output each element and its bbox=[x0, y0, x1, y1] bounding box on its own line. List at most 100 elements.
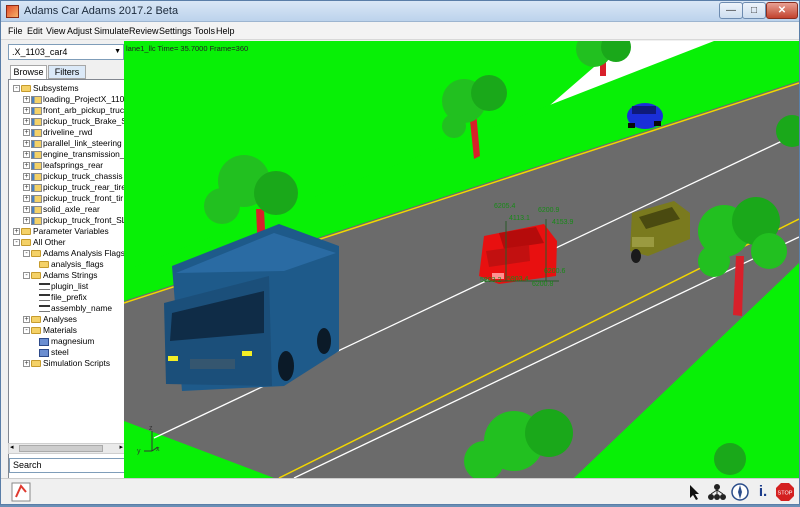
force-label-1: 6205.4 bbox=[494, 203, 516, 210]
folder-icon bbox=[31, 250, 41, 258]
menu-tools[interactable]: Tools bbox=[194, 26, 215, 36]
assembly-selector[interactable]: .X_1103_car4 ▼ bbox=[8, 44, 124, 60]
tree-item-label: analysis_flags bbox=[51, 259, 104, 269]
collapse-icon[interactable]: - bbox=[23, 327, 30, 335]
tab-browse[interactable]: Browse bbox=[10, 65, 47, 79]
menu-help[interactable]: Help bbox=[216, 26, 235, 36]
tree-item[interactable]: + parallel_link_steering bbox=[23, 138, 122, 149]
expand-icon[interactable]: + bbox=[23, 107, 30, 115]
tree-item[interactable]: magnesium bbox=[33, 336, 94, 347]
stop-label: STOP bbox=[778, 491, 793, 497]
tree-item[interactable]: + engine_transmission_ bbox=[23, 149, 124, 160]
menu-edit[interactable]: Edit bbox=[27, 26, 43, 36]
model-browser-panel: .X_1103_car4 ▼ Browse Filters - Subsystem… bbox=[5, 41, 125, 495]
tab-filters[interactable]: Filters bbox=[48, 65, 86, 79]
tree-item[interactable]: + solid_axle_rear bbox=[23, 204, 100, 215]
tree-item-label: pickup_truck_chassis bbox=[43, 171, 123, 181]
info-icon[interactable]: i. bbox=[753, 482, 773, 502]
expand-icon[interactable]: + bbox=[23, 316, 30, 324]
3d-viewport[interactable]: 6205.4 6200.9 4113.1 4153.9 6200.6 6200.… bbox=[124, 41, 799, 478]
tree-item-label: front_arb_pickup_truck bbox=[43, 105, 125, 115]
tree-item[interactable]: plugin_list bbox=[33, 281, 88, 292]
subsystem-icon bbox=[31, 128, 42, 137]
tree-item[interactable]: + Analyses bbox=[23, 314, 77, 325]
expand-icon[interactable]: + bbox=[23, 162, 30, 170]
expand-icon[interactable]: + bbox=[23, 195, 30, 203]
tree-item[interactable]: - Subsystems bbox=[13, 83, 79, 94]
menu-view[interactable]: View bbox=[46, 26, 65, 36]
expand-icon[interactable]: + bbox=[23, 140, 30, 148]
minimize-button[interactable]: — bbox=[719, 2, 743, 19]
expand-icon[interactable]: + bbox=[23, 96, 30, 104]
collapse-icon[interactable]: - bbox=[23, 250, 30, 258]
adams-app-icon bbox=[6, 5, 19, 18]
collapse-icon[interactable]: - bbox=[13, 85, 20, 93]
expand-icon[interactable]: + bbox=[23, 129, 30, 137]
title-bar[interactable]: Adams Car Adams 2017.2 Beta — □ ✕ bbox=[1, 1, 799, 22]
tree-item[interactable]: + pickup_truck_front_SL bbox=[23, 215, 124, 226]
tree-item[interactable]: - Adams Analysis Flags bbox=[23, 248, 124, 259]
menu-adjust[interactable]: Adjust bbox=[67, 26, 92, 36]
expand-icon[interactable]: + bbox=[23, 217, 30, 225]
expand-icon[interactable]: + bbox=[23, 173, 30, 181]
tree-item[interactable]: + pickup_truck_chassis bbox=[23, 171, 123, 182]
variable-icon bbox=[39, 294, 50, 302]
tree-item-label: file_prefix bbox=[51, 292, 87, 302]
folder-icon bbox=[39, 261, 49, 269]
tree-item[interactable]: + pickup_truck_rear_tire bbox=[23, 182, 125, 193]
tree-item[interactable]: + pickup_truck_front_tir bbox=[23, 193, 123, 204]
close-button[interactable]: ✕ bbox=[766, 2, 798, 19]
expand-icon[interactable]: + bbox=[13, 228, 20, 236]
tree-item[interactable]: + Simulation Scripts bbox=[23, 358, 110, 369]
compass-icon[interactable] bbox=[730, 482, 750, 502]
menu-bar: File Edit View Adjust Simulate Review Se… bbox=[1, 22, 799, 40]
tree-item-label: pickup_truck_rear_tire bbox=[43, 182, 125, 192]
model-tree-icon[interactable] bbox=[707, 482, 727, 502]
subsystem-icon bbox=[31, 117, 42, 126]
collapse-icon[interactable]: - bbox=[13, 239, 20, 247]
tree-item[interactable]: + driveline_rwd bbox=[23, 127, 92, 138]
expand-icon[interactable]: + bbox=[23, 206, 30, 214]
menu-file[interactable]: File bbox=[8, 26, 23, 36]
expand-icon[interactable]: + bbox=[23, 118, 30, 126]
chevron-down-icon[interactable]: ▼ bbox=[114, 45, 121, 59]
expand-icon[interactable]: + bbox=[23, 151, 30, 159]
tree-item[interactable]: analysis_flags bbox=[33, 259, 104, 270]
tree-item[interactable]: steel bbox=[33, 347, 69, 358]
menu-review[interactable]: Review bbox=[129, 26, 159, 36]
subsystem-icon bbox=[31, 150, 42, 159]
menu-settings[interactable]: Settings bbox=[159, 26, 192, 36]
folder-icon bbox=[21, 228, 31, 236]
force-label-5: 6200.6 bbox=[544, 268, 566, 275]
blue-car[interactable] bbox=[627, 103, 663, 129]
scrollbar-thumb[interactable] bbox=[19, 445, 103, 452]
tree-item[interactable]: + pickup_truck_Brake_S bbox=[23, 116, 124, 127]
tree-item[interactable]: + front_arb_pickup_truck bbox=[23, 105, 125, 116]
tree-item[interactable]: + Parameter Variables bbox=[13, 226, 109, 237]
tree-item[interactable]: - Materials bbox=[23, 325, 77, 336]
tree-item-label: All Other bbox=[33, 237, 66, 247]
tree-item[interactable]: + loading_ProjectX_1103 bbox=[23, 94, 124, 105]
scroll-left-icon[interactable]: ◂ bbox=[10, 443, 14, 451]
folder-icon bbox=[31, 327, 41, 335]
scroll-right-icon[interactable]: ▸ bbox=[119, 443, 123, 451]
folder-icon bbox=[31, 272, 41, 280]
search-input[interactable]: Search bbox=[9, 458, 125, 473]
tree-item[interactable]: - Adams Strings bbox=[23, 270, 97, 281]
model-icon[interactable] bbox=[11, 482, 31, 502]
tree-item[interactable]: + leafsprings_rear bbox=[23, 160, 103, 171]
folder-icon bbox=[31, 316, 41, 324]
expand-icon[interactable]: + bbox=[23, 184, 30, 192]
tree-item[interactable]: file_prefix bbox=[33, 292, 87, 303]
model-tree[interactable]: - Subsystems + loading_ProjectX_1103 + front_… bbox=[8, 79, 125, 495]
select-pointer-icon[interactable] bbox=[685, 482, 705, 502]
tree-item[interactable]: - All Other bbox=[13, 237, 66, 248]
stop-icon[interactable]: STOP bbox=[775, 482, 795, 502]
force-label-4: 4153.9 bbox=[552, 219, 574, 226]
maximize-button[interactable]: □ bbox=[742, 2, 766, 19]
menu-simulate[interactable]: Simulate bbox=[94, 26, 129, 36]
horizontal-scrollbar[interactable]: ◂ ▸ bbox=[8, 443, 125, 454]
collapse-icon[interactable]: - bbox=[23, 272, 30, 280]
expand-icon[interactable]: + bbox=[23, 360, 30, 368]
tree-item[interactable]: assembly_name bbox=[33, 303, 112, 314]
